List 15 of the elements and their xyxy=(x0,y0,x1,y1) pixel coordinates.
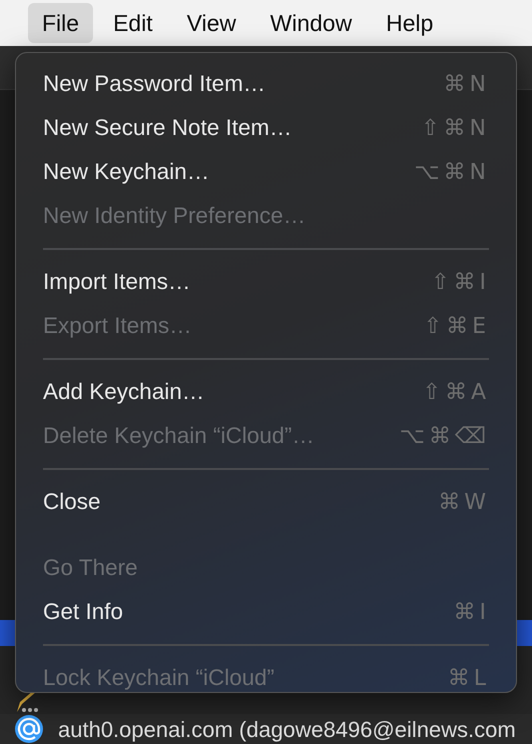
menu-item[interactable]: Import Items… ⇧⌘I xyxy=(16,260,516,304)
menu-bar-item[interactable]: Edit xyxy=(99,3,167,43)
menu-bar-item[interactable]: Help xyxy=(372,3,448,43)
list-row-label: auth0.openai.com (dagowe8496@eilnews.com xyxy=(58,716,516,744)
menu-bar-item[interactable]: File xyxy=(28,3,94,43)
menu-item[interactable]: New Password Item… ⌘N xyxy=(16,62,516,106)
pencil-icon xyxy=(14,692,40,714)
menu-item[interactable]: Get Info ⌘I xyxy=(16,590,516,634)
menu-bar-item[interactable]: Window xyxy=(256,3,366,43)
menu-bar-item[interactable]: View xyxy=(172,3,250,43)
at-sign-icon xyxy=(14,714,44,744)
menu-item[interactable]: New Keychain… ⌥⌘N xyxy=(16,150,516,194)
menu-item[interactable]: Add Keychain… ⇧⌘A xyxy=(16,370,516,414)
menu-item[interactable]: Close ⌘W xyxy=(16,480,516,524)
menu-item[interactable]: New Secure Note Item… ⇧⌘N xyxy=(16,106,516,150)
